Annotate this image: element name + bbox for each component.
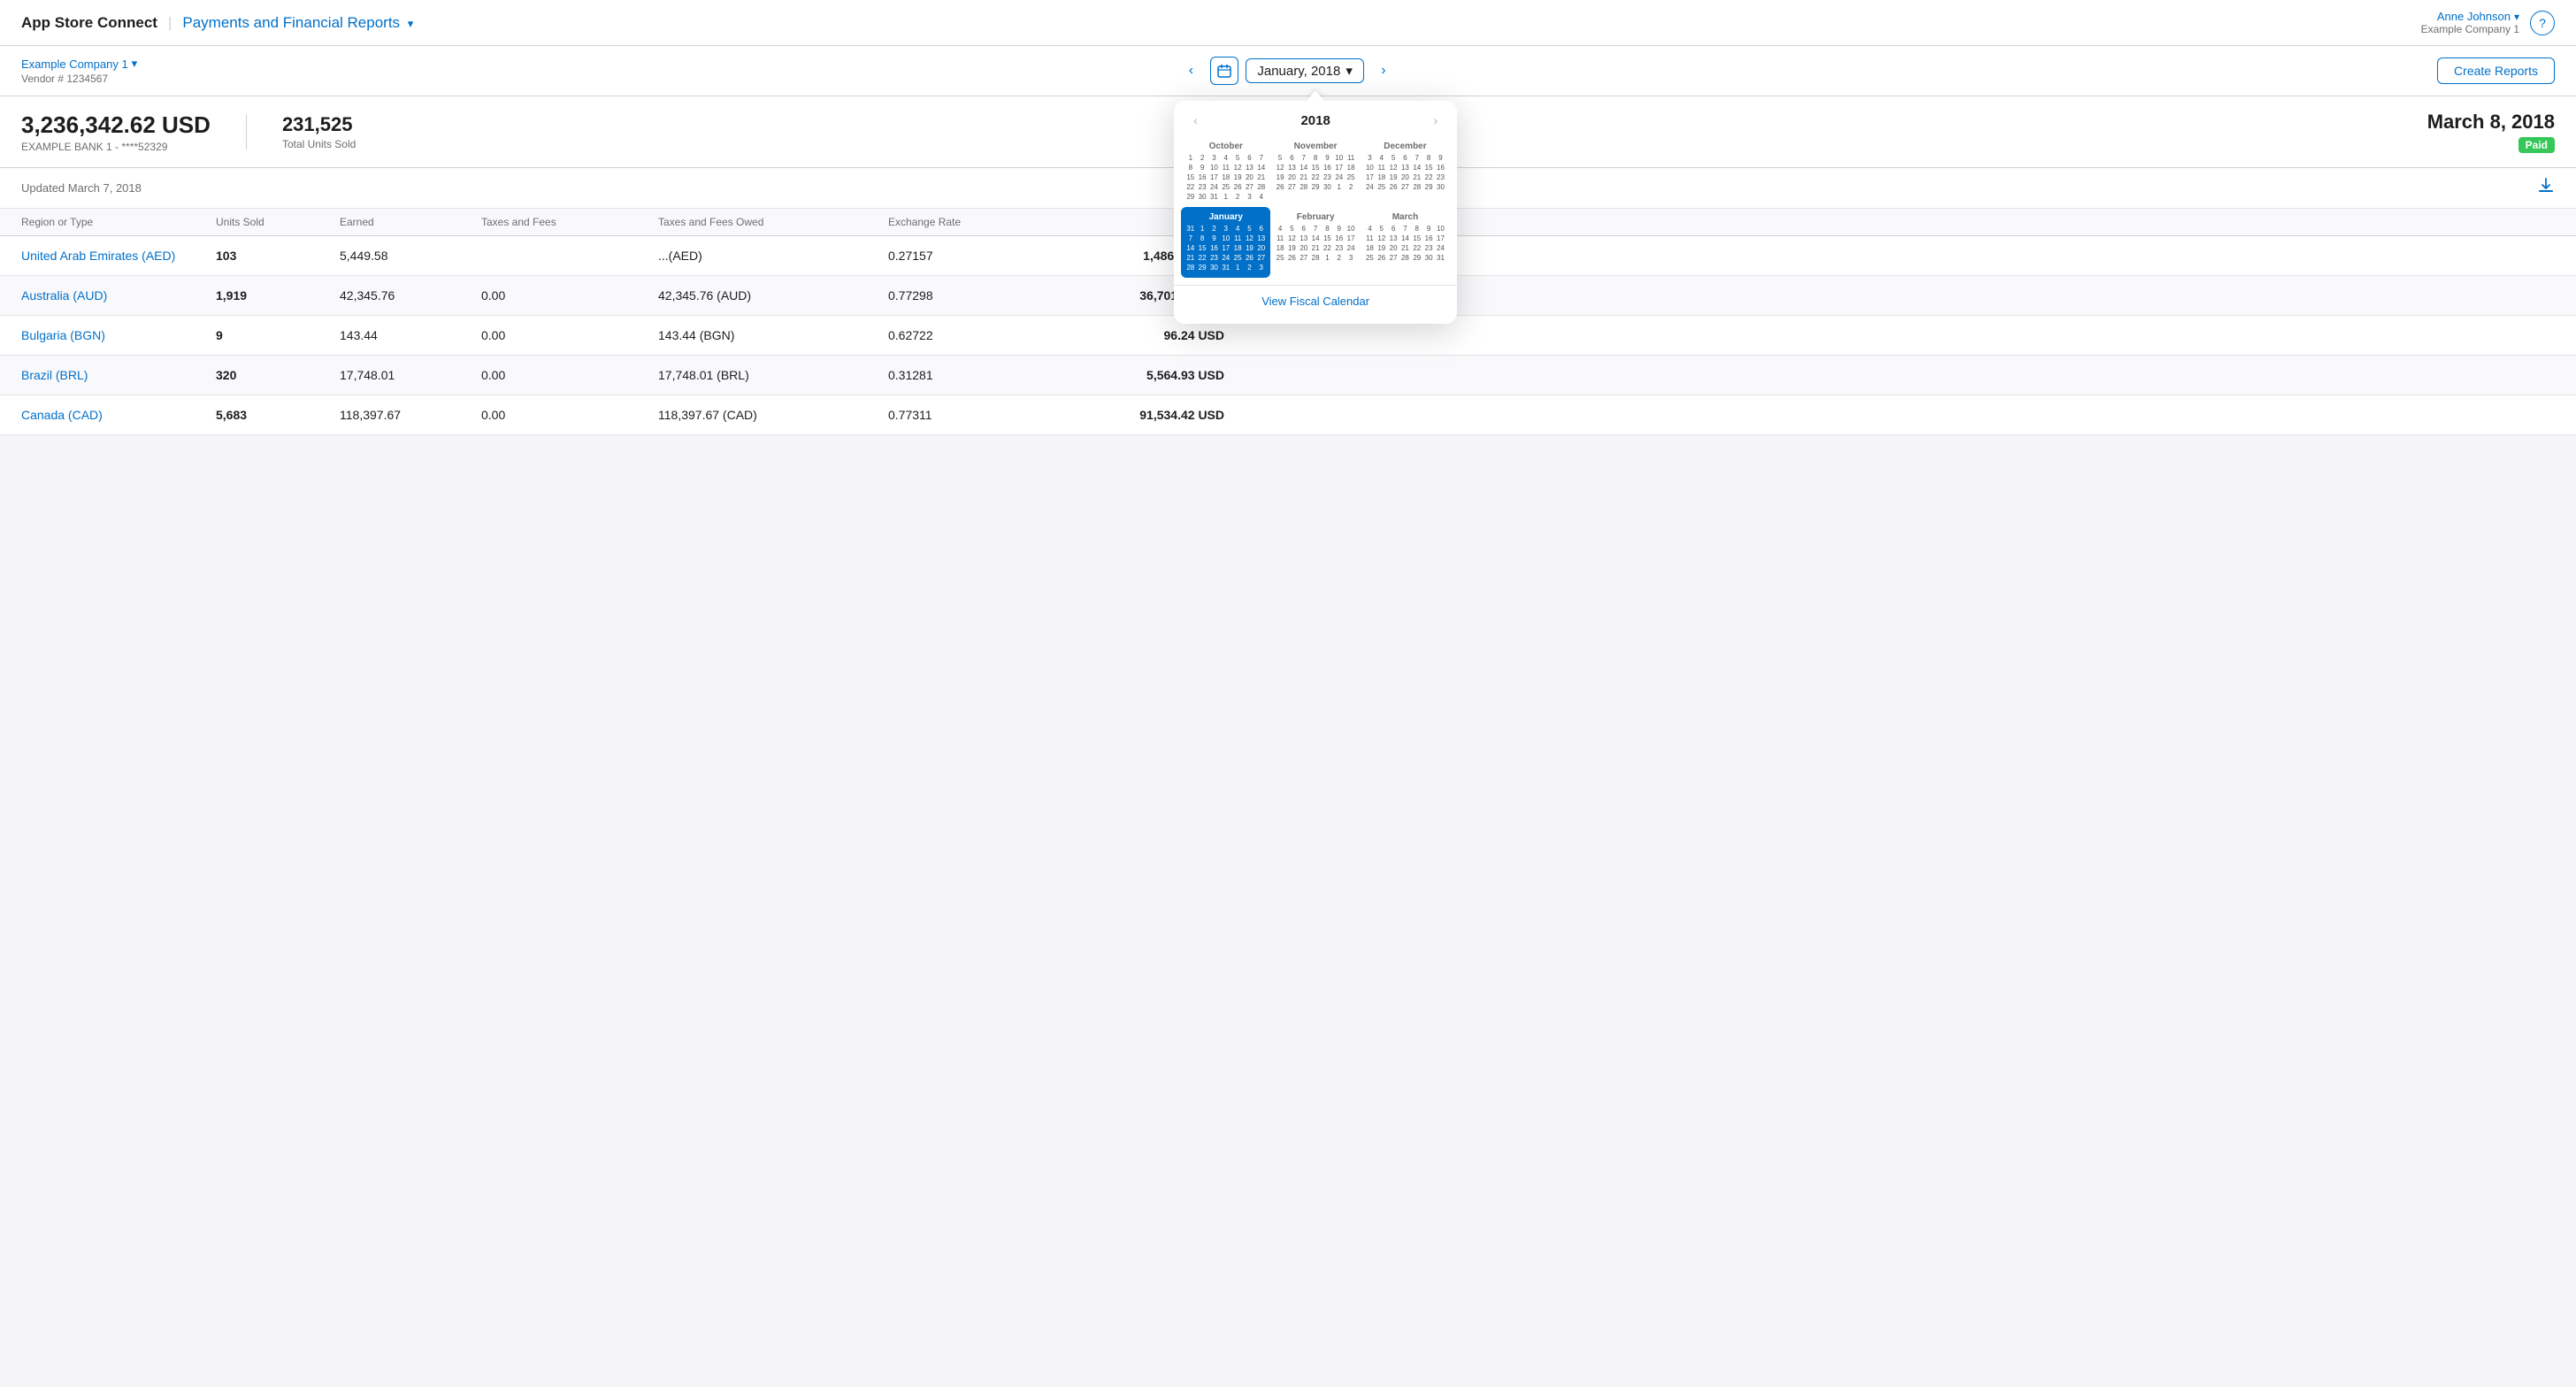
col-adjusted: Taxes and Fees Owed xyxy=(658,216,888,228)
earned-bgn: 143.44 xyxy=(340,328,481,342)
taxes-cad: 0.00 xyxy=(481,408,658,422)
proceeds-bgn: 96.24 USD xyxy=(1047,328,1224,342)
calendar-popup: ‹ 2018 › October 1234567 891011121314 15… xyxy=(1174,101,1457,324)
proceeds-cad: 91,534.42 USD xyxy=(1047,408,1224,422)
paid-badge: Paid xyxy=(2518,137,2555,153)
earned-cad: 118,397.67 xyxy=(340,408,481,422)
next-month-button[interactable]: › xyxy=(1371,58,1396,83)
units-label: Total Units Sold xyxy=(282,138,356,150)
earned-brl: 17,748.01 xyxy=(340,368,481,382)
rate-uae: 0.27157 xyxy=(888,249,1047,263)
payments-financial-title[interactable]: Payments and Financial Reports ▾ xyxy=(182,14,413,32)
calendar-grid-icon[interactable] xyxy=(1210,57,1238,85)
cal-month-february[interactable]: February 45678910 11121314151617 1819202… xyxy=(1270,207,1360,278)
region-aud[interactable]: Australia (AUD) xyxy=(21,288,216,303)
cal-month-grid: October 1234567 891011121314 15161718192… xyxy=(1174,133,1457,281)
taxes-brl: 0.00 xyxy=(481,368,658,382)
company-name-top: Example Company 1 xyxy=(2421,23,2519,35)
cal-next-year-button[interactable]: › xyxy=(1428,111,1443,129)
units-aud: 1,919 xyxy=(216,288,340,303)
download-icon[interactable] xyxy=(2537,177,2555,199)
table-row: Brazil (BRL) 320 17,748.01 0.00 17,748.0… xyxy=(0,356,2576,395)
adjusted-brl: 17,748.01 (BRL) xyxy=(658,368,888,382)
rate-aud: 0.77298 xyxy=(888,288,1047,303)
top-bar: App Store Connect | Payments and Financi… xyxy=(0,0,2576,46)
col-rate: Exchange Rate xyxy=(888,216,1047,228)
user-info: Anne Johnson ▾ Example Company 1 xyxy=(2421,10,2519,35)
proceeds-brl: 5,564.93 USD xyxy=(1047,368,1224,382)
cal-prev-year-button[interactable]: ‹ xyxy=(1188,111,1203,129)
adjusted-aud: 42,345.76 (AUD) xyxy=(658,288,888,303)
col-taxes: Taxes and Fees xyxy=(481,216,658,228)
view-fiscal-calendar-link[interactable]: View Fiscal Calendar xyxy=(1174,285,1457,317)
rate-bgn: 0.62722 xyxy=(888,328,1047,342)
units-brl: 320 xyxy=(216,368,340,382)
units-bgn: 9 xyxy=(216,328,340,342)
region-brl[interactable]: Brazil (BRL) xyxy=(21,368,216,382)
payments-dropdown-icon: ▾ xyxy=(408,17,414,30)
cal-month-november[interactable]: November 567891011 12131415161718 192021… xyxy=(1270,136,1360,207)
earned-aud: 42,345.76 xyxy=(340,288,481,303)
earned-uae: 5,449.58 xyxy=(340,249,481,263)
adjusted-bgn: 143.44 (BGN) xyxy=(658,328,888,342)
create-reports-button[interactable]: Create Reports xyxy=(2437,57,2555,84)
help-button[interactable]: ? xyxy=(2530,11,2555,35)
cal-month-january[interactable]: January 31123456 78910111213 14151617181… xyxy=(1181,207,1270,278)
adjusted-cad: 118,397.67 (CAD) xyxy=(658,408,888,422)
top-bar-right: Anne Johnson ▾ Example Company 1 ? xyxy=(2421,10,2555,35)
col-units: Units Sold xyxy=(216,216,340,228)
taxes-bgn: 0.00 xyxy=(481,328,658,342)
taxes-aud: 0.00 xyxy=(481,288,658,303)
app-store-title: App Store Connect xyxy=(21,14,157,32)
user-dropdown-icon: ▾ xyxy=(2514,11,2519,23)
cal-month-december[interactable]: December 3456789 10111213141516 17181920… xyxy=(1361,136,1450,207)
rate-cad: 0.77311 xyxy=(888,408,1047,422)
top-bar-left: App Store Connect | Payments and Financi… xyxy=(21,14,413,32)
adjusted-uae: ...(AED) xyxy=(658,249,888,263)
sub-header: Example Company 1 ▾ Vendor # 1234567 ‹ J… xyxy=(0,46,2576,96)
company-selector[interactable]: Example Company 1 ▾ xyxy=(21,57,137,71)
company-selector-block: Example Company 1 ▾ Vendor # 1234567 xyxy=(21,57,137,85)
popup-arrow xyxy=(1307,90,1324,101)
region-cad[interactable]: Canada (CAD) xyxy=(21,408,216,422)
cal-year-nav: ‹ 2018 › xyxy=(1174,101,1457,133)
payment-date: March 8, 2018 xyxy=(2427,111,2555,134)
region-uae[interactable]: United Arab Emirates (AED) xyxy=(21,249,216,263)
updated-text: Updated March 7, 2018 xyxy=(21,181,142,195)
cal-month-october[interactable]: October 1234567 891011121314 15161718192… xyxy=(1181,136,1270,207)
bank-info: EXAMPLE BANK 1 - ****52329 xyxy=(21,141,211,153)
cal-year-label: 2018 xyxy=(1300,113,1330,128)
table-row: Canada (CAD) 5,683 118,397.67 0.00 118,3… xyxy=(0,395,2576,435)
units-cad: 5,683 xyxy=(216,408,340,422)
total-amount-block: 3,236,342.62 USD EXAMPLE BANK 1 - ****52… xyxy=(21,111,211,153)
user-name[interactable]: Anne Johnson xyxy=(2437,10,2511,23)
cal-month-march[interactable]: March 45678910 11121314151617 1819202122… xyxy=(1361,207,1450,278)
summary-divider xyxy=(246,114,247,149)
payment-date-block: March 8, 2018 Paid xyxy=(2427,111,2555,153)
region-bgn[interactable]: Bulgaria (BGN) xyxy=(21,328,216,342)
prev-month-button[interactable]: ‹ xyxy=(1178,58,1203,83)
units-block: 231,525 Total Units Sold xyxy=(282,113,356,150)
vendor-number: Vendor # 1234567 xyxy=(21,73,137,85)
date-nav-controls: ‹ January, 2018 ▾ › ‹ 2018 › xyxy=(1178,57,1396,85)
month-dropdown-icon: ▾ xyxy=(1346,63,1353,79)
col-earned: Earned xyxy=(340,216,481,228)
month-year-selector[interactable]: January, 2018 ▾ xyxy=(1246,58,1364,83)
rate-brl: 0.31281 xyxy=(888,368,1047,382)
total-units: 231,525 xyxy=(282,113,356,136)
col-region: Region or Type xyxy=(21,216,216,228)
units-uae: 103 xyxy=(216,249,340,263)
company-dropdown-icon: ▾ xyxy=(132,57,138,71)
total-amount: 3,236,342.62 USD xyxy=(21,111,211,139)
